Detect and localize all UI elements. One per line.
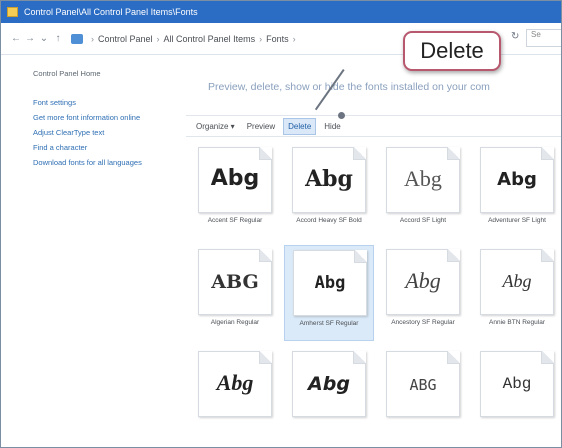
font-name: Ancestory SF Regular bbox=[391, 319, 455, 326]
font-sample: ABG bbox=[409, 376, 437, 394]
font-sample: Abg bbox=[405, 268, 441, 293]
font-tile[interactable]: Abg Accent SF Regular bbox=[190, 143, 280, 239]
font-name: Algerian Regular bbox=[210, 319, 260, 326]
main-content: Preview, delete, show or hide the fonts … bbox=[186, 55, 561, 447]
sidebar-item-font-settings[interactable]: Font settings bbox=[33, 98, 151, 107]
sidebar-item-download-fonts[interactable]: Download fonts for all languages bbox=[33, 158, 151, 167]
sidebar: Control Panel Home Font settings Get mor… bbox=[1, 55, 161, 447]
font-tile[interactable]: Abg Adventurer SF Light bbox=[472, 143, 561, 239]
delete-callout: Delete bbox=[403, 31, 501, 71]
delete-button[interactable]: Delete bbox=[283, 117, 317, 135]
font-name: Accord Heavy SF Bold bbox=[296, 217, 362, 224]
sidebar-item-more-info[interactable]: Get more font information online bbox=[33, 113, 151, 122]
page-description: Preview, delete, show or hide the fonts … bbox=[208, 81, 490, 93]
font-tile[interactable]: ABG bbox=[378, 347, 468, 443]
font-file-icon: ABG bbox=[386, 351, 460, 417]
font-tile[interactable]: Abg bbox=[284, 347, 374, 443]
font-file-icon: ABG bbox=[198, 249, 272, 315]
font-name: Adventurer SF Light bbox=[488, 217, 546, 224]
font-sample: Abg bbox=[502, 375, 532, 393]
font-tile[interactable]: Abg Annie BTN Regular bbox=[472, 245, 561, 341]
title-bar: Control Panel\All Control Panel Items\Fo… bbox=[1, 1, 561, 23]
font-tile-selected[interactable]: Abg Amherst SF Regular bbox=[284, 245, 374, 341]
font-sample: Abg bbox=[216, 370, 254, 395]
forward-arrow-icon[interactable]: → bbox=[23, 33, 37, 44]
font-sample: Abg bbox=[497, 169, 537, 190]
font-sample: Abg bbox=[308, 373, 350, 395]
font-file-icon: Abg bbox=[198, 351, 272, 417]
font-file-icon: Abg bbox=[386, 249, 460, 315]
breadcrumb-separator: › bbox=[292, 33, 296, 44]
font-sample: ABG bbox=[211, 271, 259, 293]
back-arrow-icon[interactable]: ← bbox=[9, 33, 23, 44]
font-file-icon: Abg bbox=[292, 351, 366, 417]
crumb-fonts[interactable]: Fonts bbox=[266, 34, 289, 44]
font-file-icon: Abg bbox=[386, 147, 460, 213]
up-arrow-icon[interactable]: ↑ bbox=[51, 33, 65, 44]
control-panel-icon bbox=[71, 33, 83, 44]
sidebar-item-cleartype[interactable]: Adjust ClearType text bbox=[33, 128, 151, 137]
sidebar-item-find-character[interactable]: Find a character bbox=[33, 143, 151, 152]
font-tile[interactable]: Abg Ancestory SF Regular bbox=[378, 245, 468, 341]
search-input[interactable]: Se bbox=[526, 29, 561, 47]
font-tile[interactable]: Abg bbox=[190, 347, 280, 443]
preview-button[interactable]: Preview bbox=[243, 119, 279, 134]
font-name: Annie BTN Regular bbox=[489, 319, 545, 326]
fonts-window: Control Panel\All Control Panel Items\Fo… bbox=[0, 0, 562, 448]
font-name: Accent SF Regular bbox=[207, 217, 263, 224]
font-tile[interactable]: Abg Accord SF Light bbox=[378, 143, 468, 239]
toolbar: Organize ▾ Preview Delete Hide bbox=[186, 115, 561, 137]
breadcrumb-separator: › bbox=[156, 33, 160, 44]
font-file-icon: Abg bbox=[480, 147, 554, 213]
hide-button[interactable]: Hide bbox=[320, 119, 344, 134]
font-name: Accord SF Light bbox=[399, 217, 447, 224]
font-file-icon: Abg bbox=[293, 250, 367, 316]
font-grid: Abg Accent SF Regular Abg Accord Heavy S… bbox=[186, 143, 561, 447]
crumb-all-items[interactable]: All Control Panel Items bbox=[164, 34, 256, 44]
font-file-icon: Abg bbox=[480, 249, 554, 315]
font-name: Amherst SF Regular bbox=[299, 320, 359, 327]
font-sample: Abg bbox=[502, 271, 532, 291]
organize-button[interactable]: Organize ▾ bbox=[192, 119, 239, 134]
callout-pointer-dot bbox=[338, 112, 345, 119]
font-sample: Abg bbox=[210, 166, 260, 191]
breadcrumb[interactable]: › Control Panel › All Control Panel Item… bbox=[71, 29, 296, 49]
font-sample: Abg bbox=[305, 166, 353, 192]
folder-icon bbox=[7, 7, 18, 17]
font-file-icon: Abg bbox=[198, 147, 272, 213]
font-tile[interactable]: ABG Algerian Regular bbox=[190, 245, 280, 341]
window-title: Control Panel\All Control Panel Items\Fo… bbox=[24, 7, 198, 17]
recent-dropdown-icon[interactable]: ⌄ bbox=[37, 33, 51, 44]
font-file-icon: Abg bbox=[480, 351, 554, 417]
font-tile[interactable]: Abg bbox=[472, 347, 561, 443]
sidebar-home-link[interactable]: Control Panel Home bbox=[33, 69, 161, 78]
font-file-icon: Abg bbox=[292, 147, 366, 213]
font-sample: Abg bbox=[404, 166, 442, 191]
refresh-icon[interactable]: ↻ bbox=[511, 31, 519, 42]
crumb-control-panel[interactable]: Control Panel bbox=[98, 34, 153, 44]
breadcrumb-separator: › bbox=[259, 33, 263, 44]
breadcrumb-separator: › bbox=[91, 33, 94, 44]
font-sample: Abg bbox=[314, 273, 346, 293]
font-tile[interactable]: Abg Accord Heavy SF Bold bbox=[284, 143, 374, 239]
